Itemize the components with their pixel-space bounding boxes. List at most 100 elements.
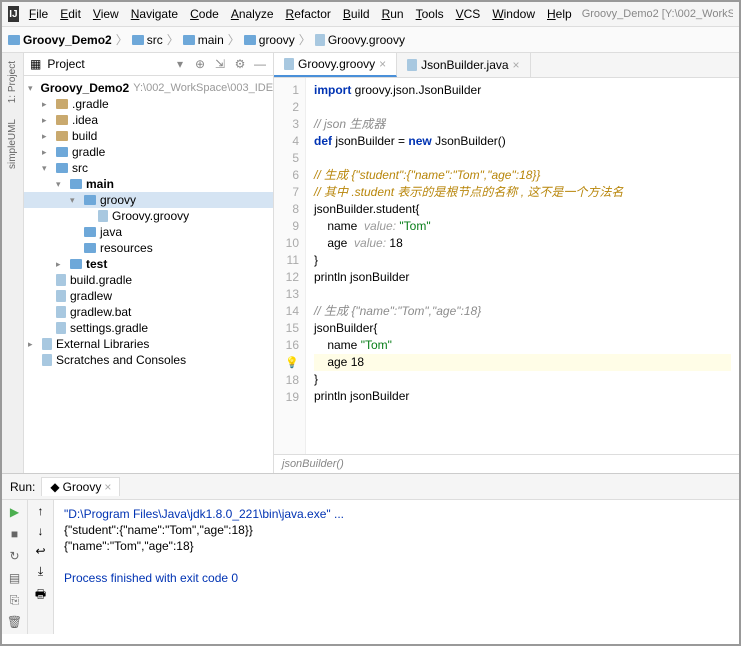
close-icon[interactable]: ×: [379, 57, 386, 71]
gear-icon[interactable]: ⚙: [233, 57, 247, 71]
tree-row[interactable]: ▸ .gradle: [24, 96, 273, 112]
folder-icon: [56, 99, 68, 109]
pin-button[interactable]: ⎘: [7, 592, 23, 608]
tree-row[interactable]: ▸ test: [24, 256, 273, 272]
run-tab[interactable]: ◆ Groovy ×: [41, 477, 120, 496]
app-logo: IJ: [8, 6, 19, 22]
editor-breadcrumb[interactable]: jsonBuilder(): [274, 454, 739, 473]
tree-arrow-icon[interactable]: ▾: [28, 83, 33, 94]
tree-row[interactable]: ▸ External Libraries: [24, 336, 273, 352]
breadcrumb-item[interactable]: src: [132, 33, 163, 47]
tree-arrow-icon[interactable]: ▸: [56, 259, 66, 270]
tree-row[interactable]: Groovy.groovy: [24, 208, 273, 224]
tool-tab-project[interactable]: 1: Project: [5, 57, 20, 107]
file-icon: [56, 322, 66, 334]
menu-tools[interactable]: Tools: [410, 5, 450, 23]
tree-arrow-icon[interactable]: ▾: [70, 195, 80, 206]
chevron-down-icon[interactable]: ▾: [173, 57, 187, 71]
breadcrumb-item[interactable]: main: [183, 33, 224, 47]
tree-arrow-icon[interactable]: ▸: [42, 99, 52, 110]
menu-run[interactable]: Run: [376, 5, 410, 23]
scroll-button[interactable]: ⤓: [38, 564, 43, 579]
code-editor[interactable]: import groovy.json.JsonBuilder // json 生…: [306, 78, 739, 454]
menu-vcs[interactable]: VCS: [450, 5, 487, 23]
up-button[interactable]: ↑: [38, 504, 44, 518]
tree-row[interactable]: ▾Groovy_Demo2 Y:\002_WorkSpace\003_IDE: [24, 80, 273, 96]
tree-row[interactable]: Scratches and Consoles: [24, 352, 273, 368]
wrap-button[interactable]: ↩: [35, 544, 45, 558]
menu-window[interactable]: Window: [486, 5, 541, 23]
project-title: Project: [47, 57, 167, 71]
hide-icon[interactable]: —: [253, 57, 267, 71]
breadcrumb-item[interactable]: groovy: [244, 33, 295, 47]
breadcrumb-item[interactable]: Groovy_Demo2: [8, 33, 112, 47]
run-button[interactable]: ▶: [7, 504, 23, 520]
menu-build[interactable]: Build: [337, 5, 376, 23]
folder-blue-icon: [84, 195, 96, 205]
menu-file[interactable]: File: [23, 5, 54, 23]
stop-button[interactable]: ■: [7, 526, 23, 542]
collapse-icon[interactable]: ⇲: [213, 57, 227, 71]
tree-arrow-icon[interactable]: ▾: [42, 163, 52, 174]
tree-arrow-icon[interactable]: ▸: [42, 147, 52, 158]
tool-tab-simpleuml[interactable]: simpleUML: [5, 115, 20, 173]
tree-label: groovy: [100, 193, 136, 207]
tree-row[interactable]: build.gradle: [24, 272, 273, 288]
tree-row[interactable]: ▸build: [24, 128, 273, 144]
close-icon[interactable]: ×: [104, 480, 111, 494]
target-icon[interactable]: ⊕: [193, 57, 207, 71]
tree-label: build.gradle: [70, 273, 132, 287]
tree-label: test: [86, 257, 107, 271]
folder-icon: [56, 131, 68, 141]
tree-row[interactable]: ▾ groovy: [24, 192, 273, 208]
file-icon: [56, 274, 66, 286]
close-icon[interactable]: ×: [513, 58, 520, 72]
layout-button[interactable]: ▤: [7, 570, 23, 586]
project-tree[interactable]: ▾Groovy_Demo2 Y:\002_WorkSpace\003_IDE ▸.…: [24, 76, 273, 473]
lib-icon: [42, 338, 52, 350]
tree-label: java: [100, 225, 122, 239]
tree-row[interactable]: ▾ main: [24, 176, 273, 192]
tree-row[interactable]: gradlew: [24, 288, 273, 304]
editor-tab[interactable]: Groovy.groovy×: [274, 53, 397, 77]
tree-label: main: [86, 177, 114, 191]
project-icon: ▦: [30, 57, 41, 71]
tree-row[interactable]: java: [24, 224, 273, 240]
menu-code[interactable]: Code: [184, 5, 225, 23]
menu-refactor[interactable]: Refactor: [280, 5, 337, 23]
menu-view[interactable]: View: [87, 5, 125, 23]
tree-label: .gradle: [72, 97, 109, 111]
tree-arrow-icon[interactable]: ▸: [42, 115, 52, 126]
folder-icon: [56, 115, 68, 125]
tree-row[interactable]: resources: [24, 240, 273, 256]
down-button[interactable]: ↓: [38, 524, 44, 538]
tree-row[interactable]: ▸ .idea: [24, 112, 273, 128]
tree-arrow-icon[interactable]: ▸: [42, 131, 52, 142]
scratch-icon: [42, 354, 52, 366]
tree-label: gradlew: [70, 289, 112, 303]
run-toolbar-right: ↑ ↓ ↩ ⤓ 🖶: [28, 500, 54, 634]
menu-navigate[interactable]: Navigate: [125, 5, 184, 23]
rerun-button[interactable]: ↻: [7, 548, 23, 564]
editor-tab[interactable]: JsonBuilder.java×: [397, 53, 530, 77]
tree-row[interactable]: ▸ gradle: [24, 144, 273, 160]
tree-label: resources: [100, 241, 153, 255]
tree-label: gradle: [72, 145, 105, 159]
tree-arrow-icon[interactable]: ▸: [28, 339, 38, 350]
tree-row[interactable]: gradlew.bat: [24, 304, 273, 320]
tree-label: settings.gradle: [70, 321, 148, 335]
tree-row[interactable]: settings.gradle: [24, 320, 273, 336]
gutter: 12345678910111213141516💡1819: [274, 78, 306, 454]
menu-edit[interactable]: Edit: [54, 5, 87, 23]
trash-button[interactable]: 🗑: [7, 614, 23, 630]
menu-help[interactable]: Help: [541, 5, 578, 23]
tree-label: .idea: [72, 113, 98, 127]
tree-row[interactable]: ▾src: [24, 160, 273, 176]
menu-analyze[interactable]: Analyze: [225, 5, 280, 23]
breadcrumb-item[interactable]: Groovy.groovy: [315, 33, 405, 47]
print-button[interactable]: 🖶: [35, 585, 46, 606]
breadcrumb: Groovy_Demo2〉src〉main〉groovy〉Groovy.groo…: [2, 27, 739, 53]
console-output[interactable]: "D:\Program Files\Java\jdk1.8.0_221\bin\…: [54, 500, 739, 634]
tree-label: External Libraries: [56, 337, 149, 351]
tree-arrow-icon[interactable]: ▾: [56, 179, 66, 190]
